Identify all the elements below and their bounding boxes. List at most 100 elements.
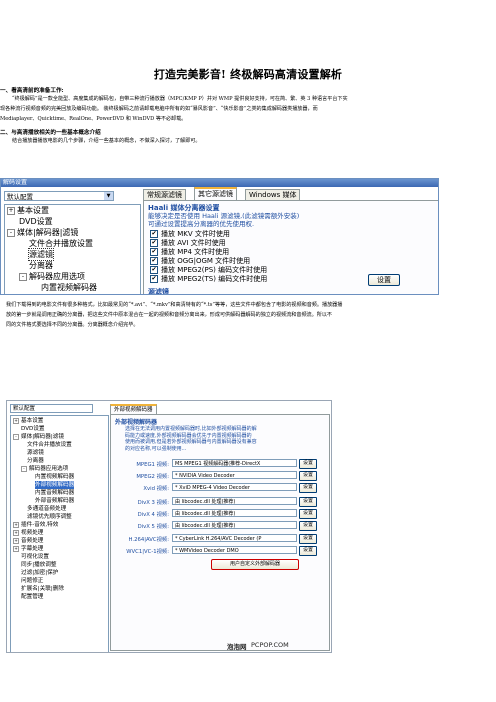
collapse-icon[interactable]: - [7, 228, 15, 237]
row-settings-button[interactable]: 设置 [299, 483, 317, 493]
tree-item[interactable]: 可视化设置 [21, 553, 49, 561]
row-label: MPEG1 视频: [136, 462, 169, 468]
option-mpeg2-ps[interactable]: ✔ 播放 MPEG2(PS) 编码文件时使用 [150, 266, 267, 275]
tree-item[interactable]: 外部音频解码器 [35, 497, 74, 505]
decoder-select[interactable]: * XviD MPEG-4 Video Decoder [172, 483, 297, 491]
tree-item[interactable]: + 插件-音效,特效 [13, 521, 58, 529]
tree-item[interactable]: 内置视频解码器 [35, 473, 74, 481]
row-settings-button[interactable]: 设置 [299, 497, 317, 507]
decoder-select[interactable]: MS MPEG1 视频解码器(推荐-DirectX [172, 459, 297, 467]
tree-item[interactable]: DVD设置 [21, 425, 45, 433]
decoder-select[interactable]: 由 libcodec.dll 处理(推荐) [172, 521, 297, 529]
option-mp4[interactable]: ✔ 播放 MP4 文件时使用 [150, 248, 229, 257]
row-settings-button[interactable]: 设置 [299, 521, 317, 531]
next-group-title: 源滤镜 [148, 288, 169, 295]
decoder-select[interactable]: * WMVideo Decoder DMO [172, 546, 297, 554]
row-label: DivX 5 视频: [137, 524, 169, 530]
row-settings-button[interactable]: 设置 [299, 546, 317, 556]
tree-item-label: 视频处理 [21, 530, 44, 536]
tree-item[interactable]: + 音频处理 [13, 537, 43, 545]
profile-value: 默认配置 [7, 193, 33, 201]
section-heading-2: 二、与高清播放相关的一些基本概念介绍 [0, 130, 101, 136]
tree-item[interactable]: 扩展名|关联|删除 [21, 585, 64, 593]
option-mpeg2-ts[interactable]: ✔ 播放 MPEG2(TS) 编码文件时使用 [150, 275, 267, 284]
tree-item[interactable]: 内置音频解码器 [35, 489, 74, 497]
group-title: 外部视频解码器 [115, 419, 158, 426]
expand-icon[interactable]: + [13, 417, 19, 424]
row-label: DivX 4 视频: [137, 512, 169, 518]
option-avi[interactable]: ✔ 播放 AVI 文件时使用 [150, 239, 226, 248]
option-label: 播放 MPEG2(PS) 编码文件时使用 [161, 266, 268, 274]
expand-icon[interactable]: + [13, 529, 19, 536]
tree-item-label: 多通道音频处理 [27, 506, 67, 512]
decoder-select[interactable]: 由 libcodec.dll 处理(推荐) [172, 497, 297, 505]
expand-icon[interactable]: + [7, 206, 15, 215]
checkbox-checked-icon[interactable]: ✔ [150, 266, 158, 274]
tree-item[interactable]: - 媒体|解码器|滤镜 [13, 433, 64, 441]
row-settings-button[interactable]: 设置 [299, 459, 317, 469]
tree-item-selected[interactable]: 外部视频解码器 [35, 481, 75, 490]
collapse-icon[interactable]: - [21, 465, 27, 472]
watermark-right: PCPOP.COM [251, 641, 289, 649]
tree-item-label: 可视化设置 [21, 554, 49, 560]
checkbox-checked-icon[interactable]: ✔ [150, 230, 158, 238]
tree-item-label: 字幕处理 [21, 546, 44, 552]
tree-item[interactable]: - 解码器应用选项 [21, 465, 68, 473]
expand-icon[interactable]: + [13, 537, 19, 544]
tree-item-label: 内置视频解码器 [35, 474, 75, 480]
chevron-down-icon[interactable]: ▼ [104, 192, 113, 200]
tree-item[interactable]: 内置视频解码器 [41, 282, 97, 293]
tree-item[interactable]: 文件合并播放设置 [27, 441, 72, 449]
tree-item[interactable]: 过滤|加密|保护 [21, 569, 58, 577]
tree-item[interactable]: + 基本设置 [13, 417, 43, 425]
decoder-row-divx3: DivX 3 视频: 由 libcodec.dll 处理(推荐) 设置 [111, 497, 329, 507]
tree-item[interactable]: DVD设置 [19, 216, 53, 227]
row-settings-button[interactable]: 设置 [299, 509, 317, 519]
tree-item-label: 媒体|解码器|滤镜 [17, 228, 79, 237]
custom-decoder-button[interactable]: 用户自定义外部解码器 [211, 559, 299, 570]
checkbox-checked-icon[interactable]: ✔ [150, 275, 158, 283]
settings-screenshot-2: 默认配置 + 基本设置 DVD设置 - 媒体|解码器|滤镜 文件合并播放设置 源滤镜… [6, 400, 332, 653]
tree-item[interactable]: 同步|播放调整 [21, 561, 56, 569]
option-label: 播放 AVI 文件时使用 [161, 239, 226, 247]
expand-icon[interactable]: + [13, 545, 19, 552]
checkbox-checked-icon[interactable]: ✔ [150, 248, 158, 256]
tree-item[interactable]: 多通道音频处理 [27, 505, 66, 513]
tree-item[interactable]: - 解码器应用选项 [19, 271, 85, 282]
watermark-left: 泡泡网 [227, 643, 247, 651]
tree-item[interactable]: 配置管理 [21, 593, 43, 601]
decoder-select[interactable]: 由 libcodec.dll 处理(推荐) [172, 509, 297, 517]
decoder-row-mpeg1: MPEG1 视频: MS MPEG1 视频解码器(推荐-DirectX 设置 [111, 459, 329, 469]
tree-item[interactable]: 文件合并播放设置 [29, 238, 93, 249]
expand-icon[interactable]: + [13, 521, 19, 528]
decoder-select[interactable]: * NVIDIA Video Decoder [172, 471, 297, 479]
checkbox-checked-icon[interactable]: ✔ [150, 257, 158, 265]
tree-item[interactable]: + 视频处理 [13, 529, 43, 537]
tree-item[interactable]: 分离器 [27, 457, 44, 465]
option-mkv[interactable]: ✔ 播放 MKV 文件时使用 [150, 230, 230, 239]
tree-item-selected[interactable]: 源滤镜 [28, 248, 54, 261]
tree-item[interactable]: 问题修正 [21, 577, 43, 585]
profile-select[interactable]: 默认配置 [10, 404, 93, 413]
profile-value: 默认配置 [13, 406, 36, 412]
row-settings-button[interactable]: 设置 [299, 471, 317, 481]
checkbox-checked-icon[interactable]: ✔ [150, 239, 158, 247]
tree-item-label: 源滤镜 [27, 450, 44, 456]
tree-item[interactable]: 滤镜优先顺序调整 [27, 513, 72, 521]
tree-item-label: DVD设置 [21, 426, 45, 432]
profile-select[interactable]: 默认配置 ▼ [4, 191, 114, 201]
collapse-icon[interactable]: - [19, 272, 27, 281]
tree-item-label: 分离器 [29, 261, 53, 270]
tree-item[interactable]: - 媒体|解码器|滤镜 [7, 227, 78, 238]
option-ogg[interactable]: ✔ 播放 OGG|OGM 文件时使用 [150, 257, 250, 266]
option-label: 播放 MKV 文件时使用 [161, 230, 230, 238]
settings-button[interactable]: 设置 [368, 274, 400, 286]
tree-item[interactable]: 分离器 [29, 260, 53, 271]
collapse-icon[interactable]: - [13, 433, 19, 440]
decoder-select[interactable]: * CyberLink H.264/AVC Decoder (P [172, 534, 297, 542]
tree-item[interactable]: + 字幕处理 [13, 545, 43, 553]
tree-item[interactable]: + 基本设置 [7, 205, 49, 216]
tree-item-label: 分离器 [27, 458, 44, 464]
row-settings-button[interactable]: 设置 [299, 534, 317, 544]
tree-item[interactable]: 源滤镜 [27, 449, 44, 457]
